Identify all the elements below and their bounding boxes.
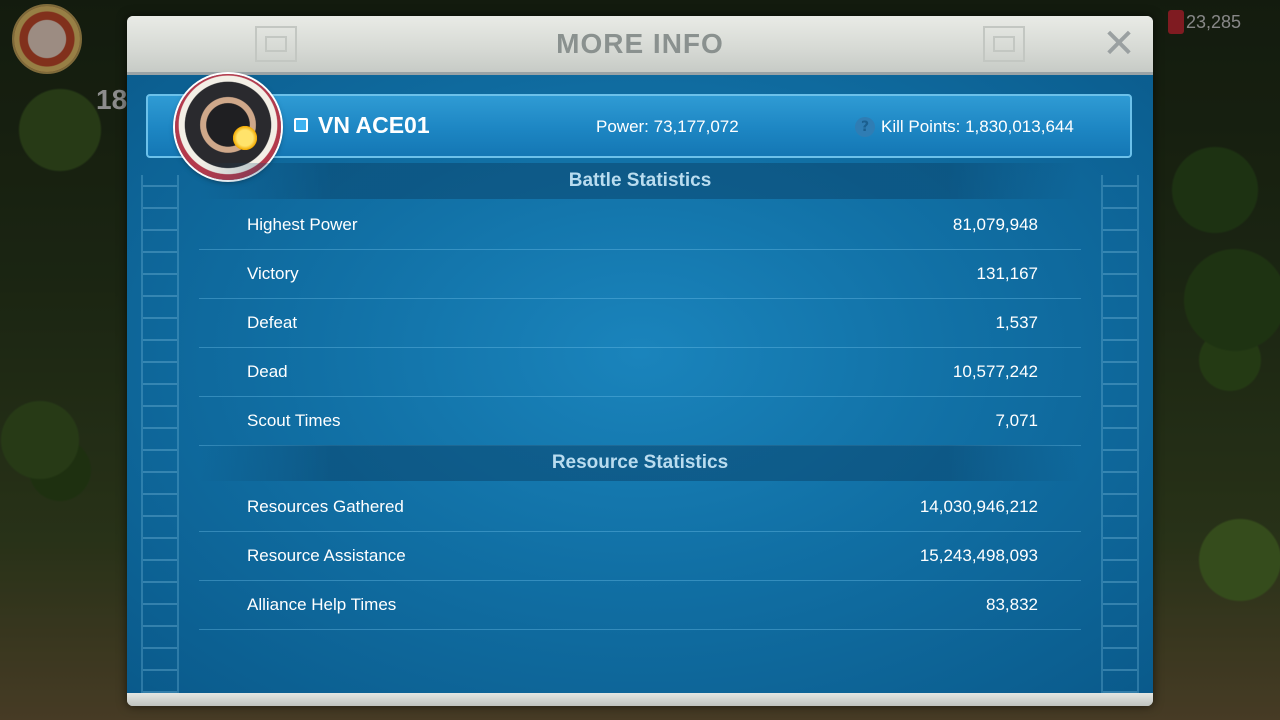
stat-row-victory: Victory 131,167 — [199, 249, 1081, 299]
stat-value: 1,537 — [995, 313, 1038, 332]
more-info-dialog: MORE INFO ✕ VN ACE01 Power: 73,177,072 ?… — [127, 16, 1153, 706]
close-icon[interactable]: ✕ — [1099, 24, 1139, 64]
kill-points: Kill Points: 1,830,013,644 — [881, 117, 1074, 136]
stat-label: Defeat — [247, 313, 298, 332]
stat-row-resource-assistance: Resource Assistance 15,243,498,093 — [199, 531, 1081, 581]
stat-value: 15,243,498,093 — [919, 546, 1038, 565]
stat-label: Victory — [247, 264, 299, 283]
dialog-footer — [127, 693, 1153, 706]
greek-key-border-right — [1101, 175, 1139, 695]
stat-label: Resources Gathered — [247, 497, 404, 516]
player-info-bar: VN ACE01 Power: 73,177,072 ? Kill Points… — [146, 94, 1132, 158]
stat-row-dead: Dead 10,577,242 — [199, 347, 1081, 397]
dialog-title: MORE INFO — [556, 28, 724, 59]
stat-label: Resource Assistance — [247, 546, 406, 565]
stat-label: Scout Times — [247, 411, 341, 430]
stat-value: 83,832 — [986, 595, 1038, 614]
stat-row-scout-times: Scout Times 7,071 — [199, 396, 1081, 446]
dialog-header: MORE INFO ✕ — [127, 16, 1153, 75]
stat-row-defeat: Defeat 1,537 — [199, 298, 1081, 348]
stat-value: 10,577,242 — [952, 362, 1038, 381]
stat-label: Dead — [247, 362, 288, 381]
player-power: Power: 73,177,072 — [596, 117, 739, 136]
resource-statistics-header: Resource Statistics — [199, 445, 1081, 481]
stat-label: Highest Power — [247, 215, 358, 234]
stat-row-resources-gathered: Resources Gathered 14,030,946,212 — [199, 482, 1081, 532]
player-name: VN ACE01 — [318, 112, 430, 138]
stat-row-alliance-help-times: Alliance Help Times 83,832 — [199, 580, 1081, 630]
stat-value: 81,079,948 — [952, 215, 1038, 234]
help-icon[interactable]: ? — [855, 117, 875, 137]
stat-row-highest-power: Highest Power 81,079,948 — [199, 200, 1081, 250]
stat-value: 14,030,946,212 — [919, 497, 1038, 516]
stat-value: 131,167 — [976, 264, 1038, 283]
copy-icon[interactable] — [294, 114, 313, 132]
battle-statistics-header: Battle Statistics — [199, 163, 1081, 199]
greek-key-border-left — [141, 175, 179, 695]
stat-value: 7,071 — [995, 411, 1038, 430]
stat-label: Alliance Help Times — [247, 595, 397, 614]
